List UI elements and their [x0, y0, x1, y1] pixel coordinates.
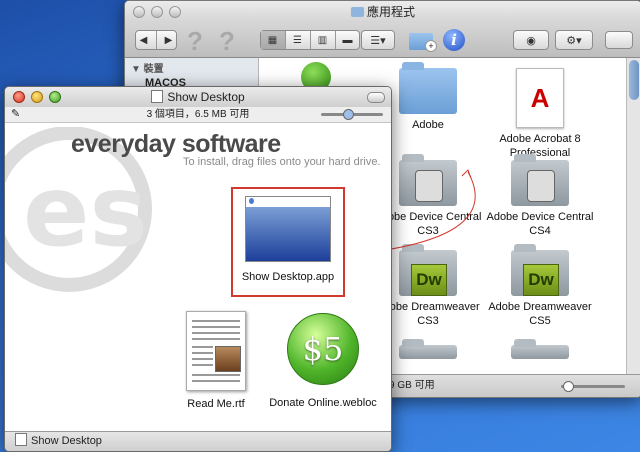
dmg-window[interactable]: Show Desktop ✎ 3 個項目，6.5 MB 可用 es everyd… — [4, 86, 392, 452]
donate-webloc[interactable]: $5 Donate Online.webloc — [263, 313, 383, 409]
toolbar-toggle-button[interactable] — [367, 92, 385, 103]
show-desktop-app-highlight[interactable]: Show Desktop.app — [231, 187, 345, 297]
dmg-info-bar: ✎ 3 個項目，6.5 MB 可用 — [5, 107, 391, 123]
install-instructions: To install, drag files onto your hard dr… — [183, 156, 381, 168]
brand-name: everyday software — [71, 130, 281, 158]
drag-arrow-head — [461, 169, 472, 179]
disk-image-icon — [151, 90, 164, 103]
readme-label: Read Me.rtf — [187, 398, 245, 410]
item-count-text: 3 個項目，6.5 MB 可用 — [146, 109, 250, 120]
dmg-status-bar: Show Desktop — [5, 431, 391, 451]
zoom-button[interactable] — [49, 91, 61, 103]
dmg-window-controls — [13, 91, 61, 103]
dmg-background: es everyday software To install, drag fi… — [5, 123, 391, 432]
slider-knob[interactable] — [343, 109, 354, 120]
app-window-icon — [245, 196, 331, 262]
dmg-titlebar[interactable]: Show Desktop — [5, 87, 391, 107]
app-label: Show Desktop.app — [241, 271, 335, 283]
dmg-title: Show Desktop — [167, 90, 245, 104]
minimize-button[interactable] — [31, 91, 43, 103]
svg-text:es: es — [23, 155, 148, 269]
donate-label: Donate Online.webloc — [269, 397, 377, 409]
disk-image-icon — [15, 433, 27, 446]
pin-icon: ✎ — [11, 108, 21, 120]
rtf-document-icon — [186, 311, 246, 391]
donate-coin-icon: $5 — [287, 313, 359, 385]
icon-size-slider[interactable] — [321, 109, 383, 120]
close-button[interactable] — [13, 91, 25, 103]
readme-file[interactable]: Read Me.rtf — [181, 311, 251, 410]
status-label: Show Desktop — [31, 435, 102, 447]
photo-thumbnail — [215, 346, 241, 372]
